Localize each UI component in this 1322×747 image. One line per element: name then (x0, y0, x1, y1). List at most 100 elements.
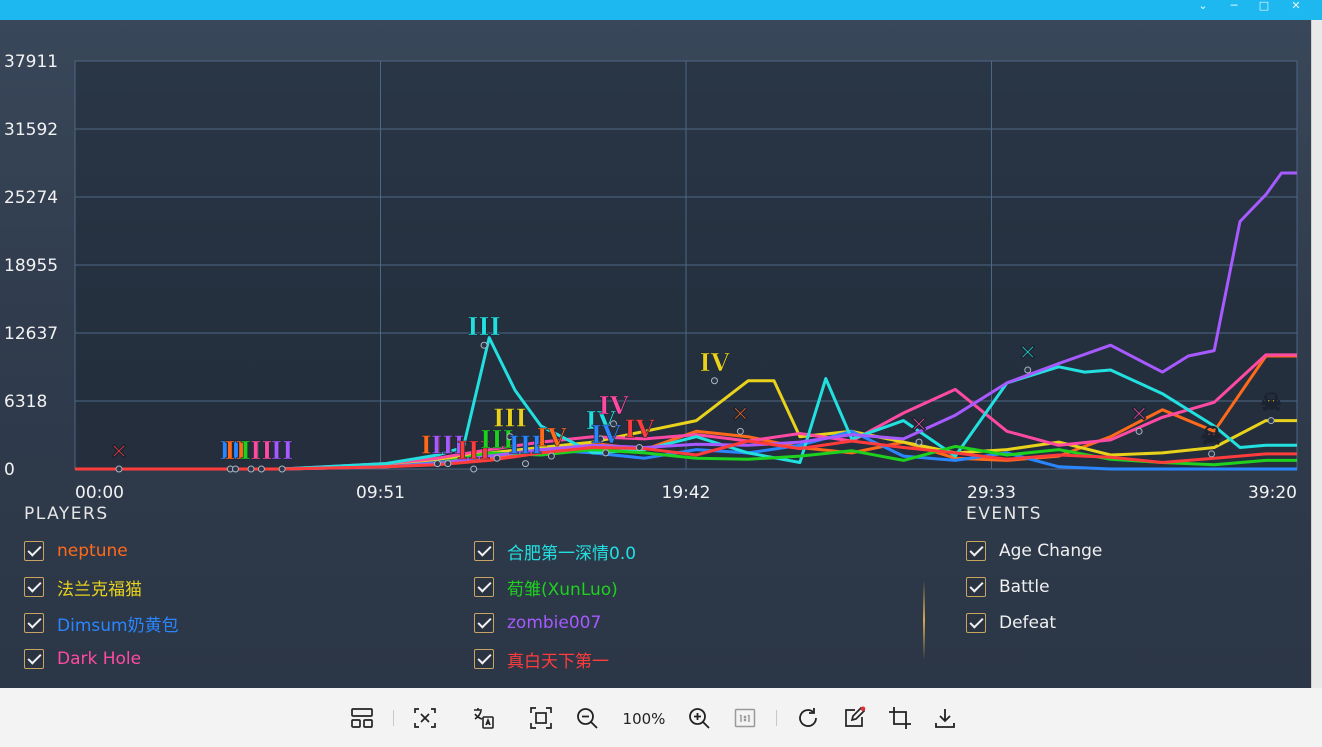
y-tick-label: 0 (4, 460, 15, 480)
checkbox[interactable] (474, 649, 494, 669)
y-tick-label: 18955 (4, 256, 58, 276)
rotate-icon[interactable] (794, 704, 822, 732)
checkbox[interactable] (966, 613, 986, 633)
event-point[interactable] (232, 465, 240, 473)
player-legend-item[interactable]: neptune (24, 538, 128, 564)
toolbar-separator (393, 710, 394, 726)
checkbox[interactable] (24, 649, 44, 669)
event-legend-item[interactable]: Age Change (966, 538, 1102, 564)
event-point[interactable] (521, 460, 529, 468)
y-tick-label: 25274 (4, 188, 58, 208)
event-marker[interactable]: II (250, 436, 273, 466)
legend-divider (923, 580, 925, 660)
checkbox[interactable] (474, 613, 494, 633)
player-legend-item[interactable]: 真白天下第一 (474, 646, 609, 672)
event-point[interactable] (444, 460, 452, 468)
checkbox[interactable] (474, 541, 494, 561)
scrollbar-track[interactable] (1311, 20, 1322, 688)
player-legend-item[interactable]: 合肥第一深情0.0 (474, 538, 636, 564)
event-marker[interactable]: IV (624, 414, 655, 444)
event-legend-item[interactable]: Defeat (966, 610, 1056, 636)
translate-icon[interactable] (469, 704, 497, 732)
event-point[interactable] (635, 443, 643, 451)
event-marker[interactable]: IV (591, 420, 622, 450)
y-tick-label: 31592 (4, 120, 58, 140)
population-chart: 37911 31592 25274 18955 12637 6318 0 00:00 09:5… (4, 52, 1298, 500)
minimize-button[interactable]: ─ (1219, 0, 1249, 14)
event-point[interactable] (470, 465, 478, 473)
y-axis: 37911 31592 25274 18955 12637 6318 0 (4, 52, 58, 480)
y-tick-label: 37911 (4, 52, 58, 72)
chart-grid (74, 60, 1298, 470)
y-tick-label: 12637 (4, 324, 58, 344)
event-point[interactable] (1024, 366, 1032, 374)
event-point[interactable] (433, 460, 441, 468)
events-legend-title: EVENTS (966, 504, 1043, 524)
checkbox[interactable] (474, 577, 494, 597)
player-legend-item[interactable]: zombie007 (474, 610, 601, 636)
event-marker[interactable]: IV (699, 347, 730, 377)
ocr-select-icon[interactable] (411, 704, 439, 732)
event-marker[interactable]: ✕ (909, 412, 928, 439)
zoom-out-icon[interactable] (573, 704, 601, 732)
x-tick-label: 19:42 (662, 483, 711, 500)
event-marker[interactable]: II (271, 436, 294, 466)
player-legend-item[interactable]: Dimsum奶黄包 (24, 610, 179, 636)
event-legend-item[interactable]: Battle (966, 574, 1050, 600)
toolbar-separator (776, 710, 777, 726)
checkbox[interactable] (966, 541, 986, 561)
player-name: 荀雏(XunLuo) (507, 579, 618, 600)
event-point[interactable] (1135, 427, 1143, 435)
checkbox[interactable] (24, 613, 44, 633)
checkbox[interactable] (966, 577, 986, 597)
collapse-icon[interactable]: ⌄ (1188, 0, 1218, 14)
event-marker[interactable]: ✕ (1018, 340, 1037, 367)
event-marker[interactable]: III (467, 312, 501, 342)
event-marker[interactable]: ☠ (1201, 421, 1223, 451)
event-point[interactable] (480, 341, 488, 349)
event-marker[interactable]: III (493, 403, 527, 433)
zoom-in-icon[interactable] (685, 704, 713, 732)
close-button[interactable]: ✕ (1281, 0, 1311, 14)
event-point[interactable] (915, 438, 923, 446)
zoom-level: 100% (622, 710, 666, 728)
player-legend-item[interactable]: 荀雏(XunLuo) (474, 574, 618, 600)
event-name: Defeat (999, 613, 1057, 633)
y-tick-label: 6318 (4, 392, 47, 412)
event-point[interactable] (278, 465, 286, 473)
event-point[interactable] (115, 465, 123, 473)
viewer-toolbar: 100% (0, 688, 1311, 747)
x-tick-label: 29:33 (967, 483, 1016, 500)
event-name: Battle (999, 577, 1050, 597)
event-marker[interactable]: ✕ (731, 401, 750, 428)
x-tick-label: 09:51 (356, 483, 405, 500)
event-marker[interactable]: ☠ (1260, 387, 1282, 417)
event-point[interactable] (1267, 417, 1275, 425)
event-point[interactable] (547, 452, 555, 460)
checkbox[interactable] (24, 541, 44, 561)
event-marker[interactable]: ✕ (109, 439, 128, 466)
maximize-button[interactable]: □ (1249, 0, 1279, 14)
event-marker[interactable]: ✕ (1130, 401, 1149, 428)
event-point[interactable] (257, 465, 265, 473)
event-name: Age Change (999, 541, 1103, 561)
event-point[interactable] (736, 427, 744, 435)
event-point[interactable] (710, 377, 718, 385)
event-point[interactable] (493, 454, 501, 462)
download-icon[interactable] (931, 704, 959, 732)
actual-size-icon[interactable] (731, 704, 759, 732)
player-name: zombie007 (507, 613, 602, 633)
event-point[interactable] (247, 465, 255, 473)
event-marker[interactable]: IV (536, 423, 567, 453)
layout-icon[interactable] (348, 704, 376, 732)
crop-icon[interactable] (886, 704, 914, 732)
player-legend-item[interactable]: Dark Hole (24, 646, 141, 672)
checkbox[interactable] (24, 577, 44, 597)
player-name: neptune (57, 541, 128, 561)
player-legend-item[interactable]: 法兰克福猫 (24, 574, 142, 600)
edit-icon[interactable] (840, 704, 868, 732)
event-point[interactable] (602, 449, 610, 457)
fit-screen-icon[interactable] (527, 704, 555, 732)
x-tick-label: 00:00 (75, 483, 124, 500)
event-point[interactable] (1208, 450, 1216, 458)
